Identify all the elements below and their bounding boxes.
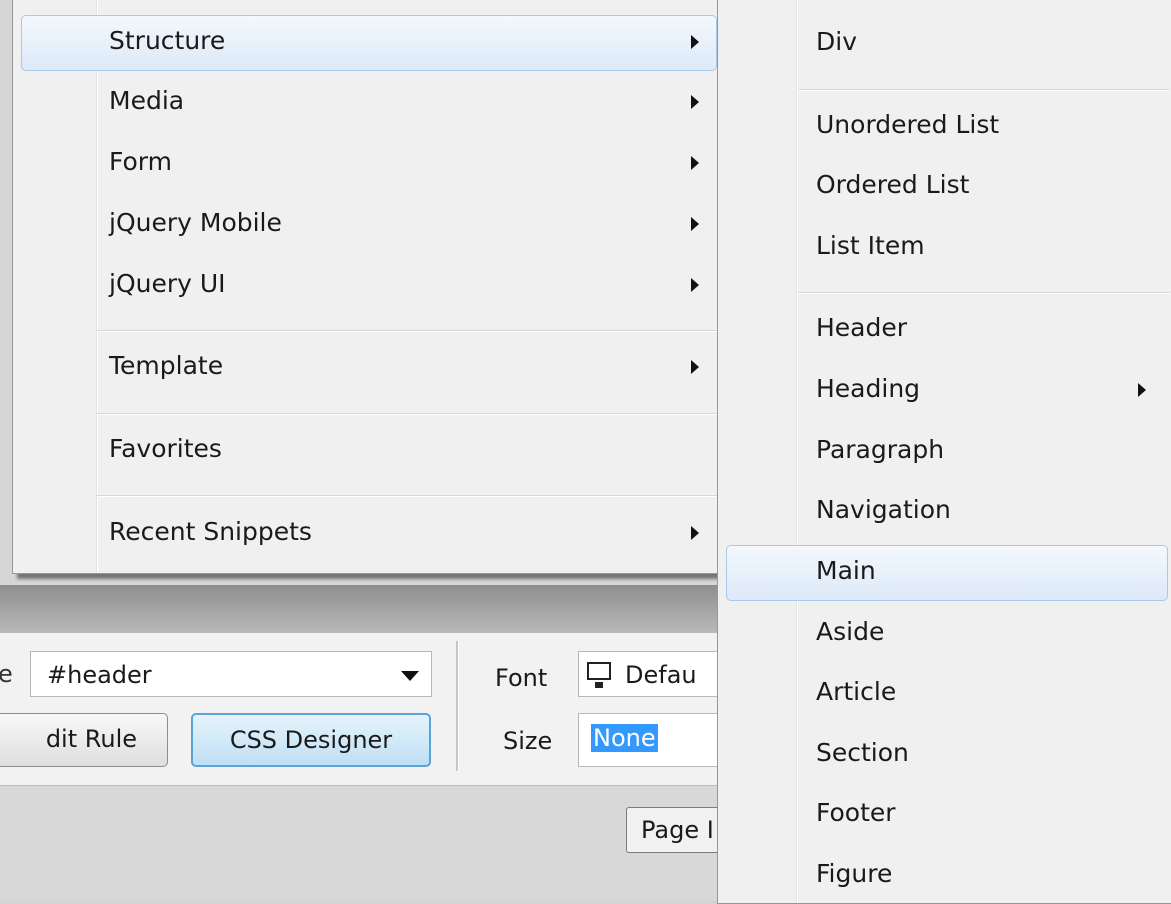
targeted-rule-select[interactable]: #header (30, 651, 432, 697)
panel-title-bar (0, 585, 730, 634)
submenu-arrow-icon (691, 156, 699, 170)
structure-submenu: Div Unordered List Ordered List List Ite… (717, 0, 1171, 904)
menu-item-navigation[interactable]: Navigation (718, 484, 1171, 540)
menu-item-label: Section (816, 738, 909, 767)
menu-item-label: Heading (816, 374, 921, 403)
menu-separator (97, 330, 717, 332)
menu-item-label: Unordered List (816, 110, 1000, 139)
rule-label: e (0, 660, 13, 688)
submenu-arrow-icon (691, 217, 699, 231)
size-input[interactable]: None (578, 713, 738, 767)
menu-item-main[interactable]: Main (718, 545, 1171, 601)
properties-lower-area (0, 785, 730, 900)
menu-item-label: Navigation (816, 495, 951, 524)
menu-item-label: Article (816, 677, 897, 706)
menu-item-label: jQuery UI (109, 269, 226, 298)
font-value: Defau (625, 661, 697, 689)
menu-item-jquery-mobile[interactable]: jQuery Mobile (13, 197, 719, 253)
submenu-arrow-icon (691, 360, 699, 374)
size-label: Size (503, 727, 553, 755)
menu-item-section[interactable]: Section (718, 727, 1171, 783)
size-value: None (591, 724, 658, 752)
menu-item-label: Template (109, 351, 224, 380)
targeted-rule-value: #header (47, 661, 152, 689)
menu-item-aside[interactable]: Aside (718, 606, 1171, 662)
menu-item-header[interactable]: Header (718, 302, 1171, 358)
menu-item-article[interactable]: Article (718, 666, 1171, 722)
menu-item-figure[interactable]: Figure (718, 848, 1171, 904)
menu-item-label: Paragraph (816, 435, 945, 464)
monitor-icon (587, 662, 611, 688)
menu-item-structure[interactable]: Structure (13, 15, 719, 71)
css-designer-button[interactable]: CSS Designer (191, 713, 431, 767)
menu-item-label: List Item (816, 231, 925, 260)
submenu-arrow-icon (691, 35, 699, 49)
menu-separator (97, 495, 717, 497)
dropdown-arrow-icon[interactable] (401, 671, 419, 681)
submenu-arrow-icon (691, 278, 699, 292)
submenu-arrow-icon (691, 95, 699, 109)
menu-item-list-item[interactable]: List Item (718, 220, 1171, 276)
menu-item-template[interactable]: Template (13, 340, 719, 396)
page-properties-label: Page I (641, 816, 714, 844)
menu-item-label: Div (816, 27, 857, 56)
menu-item-label: Structure (109, 26, 226, 55)
menu-item-label: Figure (816, 859, 893, 888)
menu-item-label: jQuery Mobile (109, 208, 282, 237)
menu-item-jquery-ui[interactable]: jQuery UI (13, 258, 719, 314)
menu-separator (97, 413, 717, 415)
menu-separator (798, 292, 1170, 294)
menu-item-form[interactable]: Form (13, 136, 719, 192)
menu-item-media[interactable]: Media (13, 75, 719, 131)
menu-item-label: Form (109, 147, 172, 176)
font-label: Font (495, 664, 548, 692)
submenu-arrow-icon (1138, 383, 1146, 397)
menu-separator (798, 89, 1170, 91)
menu-item-label: Media (109, 86, 185, 115)
menu-item-label: Main (816, 556, 876, 585)
edit-rule-button[interactable]: dit Rule (0, 713, 168, 767)
menu-item-label: Favorites (109, 434, 222, 463)
font-select[interactable]: Defau (578, 651, 738, 697)
menu-item-label: Ordered List (816, 170, 970, 199)
submenu-arrow-icon (691, 526, 699, 540)
menu-item-unordered-list[interactable]: Unordered List (718, 99, 1171, 155)
panel-divider (456, 641, 459, 771)
menu-item-paragraph[interactable]: Paragraph (718, 424, 1171, 480)
insert-menu: Structure Media Form jQuery Mobile jQuer… (12, 0, 720, 574)
menu-item-ordered-list[interactable]: Ordered List (718, 159, 1171, 215)
menu-item-footer[interactable]: Footer (718, 787, 1171, 843)
menu-item-heading[interactable]: Heading (718, 363, 1171, 419)
menu-item-div[interactable]: Div (718, 16, 1171, 72)
menu-item-label: Footer (816, 798, 896, 827)
menu-item-recent-snippets[interactable]: Recent Snippets (13, 506, 719, 562)
menu-item-favorites[interactable]: Favorites (13, 423, 719, 479)
menu-item-label: Recent Snippets (109, 517, 312, 546)
menu-item-label: Header (816, 313, 908, 342)
menu-item-label: Aside (816, 617, 885, 646)
